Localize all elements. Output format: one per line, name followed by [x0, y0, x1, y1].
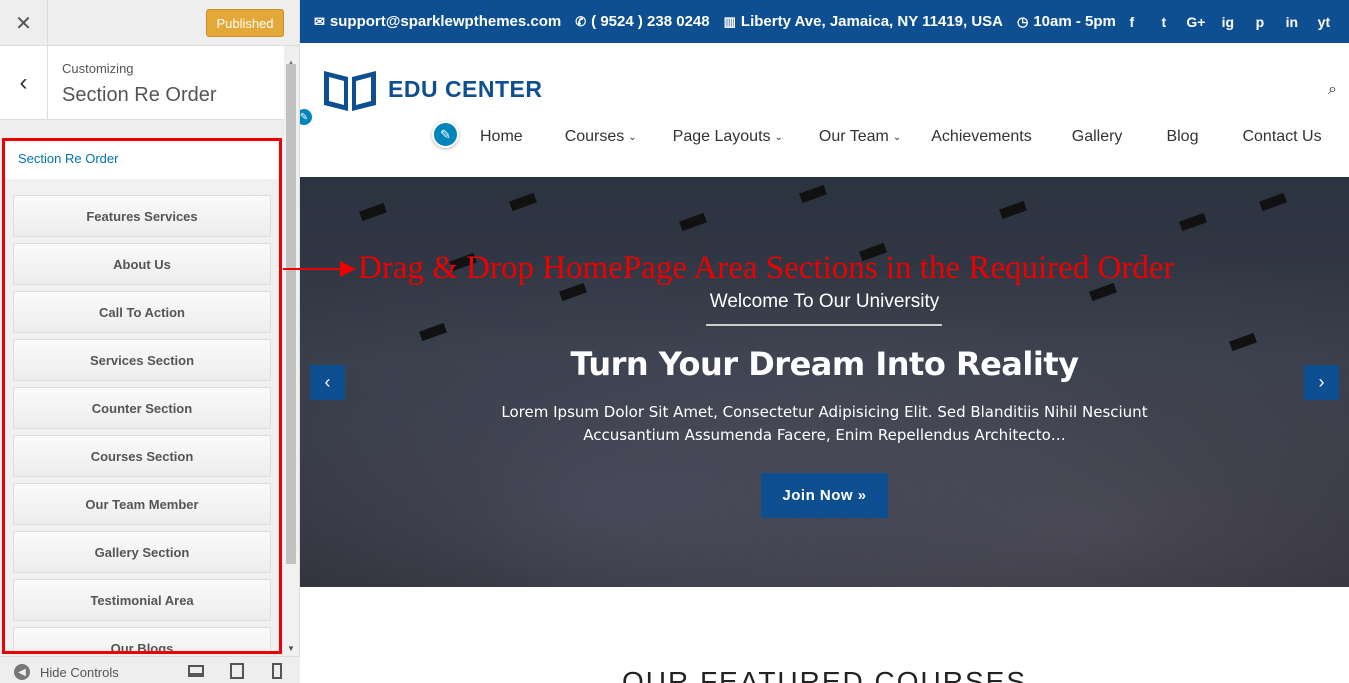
twitter-icon[interactable]: t — [1148, 14, 1180, 30]
topbar-address: ▥ Liberty Ave, Jamaica, NY 11419, USA — [724, 13, 1003, 30]
nav-item-label: Gallery — [1071, 128, 1123, 145]
hide-controls-label: Hide Controls — [40, 664, 119, 680]
chevron-down-icon: ⌄ — [892, 131, 902, 143]
section-item[interactable]: Services Section — [13, 339, 271, 381]
site-preview: ✉ support@sparklewpthemes.com ✆( 9524 ) 2… — [300, 0, 1349, 683]
linkedin-icon[interactable]: in — [1276, 14, 1308, 30]
slider-prev-arrow-icon[interactable]: ‹ — [310, 365, 345, 400]
nav-item[interactable]: Our Team ⌄ — [819, 128, 901, 146]
social-icons: f t G+ ig p in yt — [1116, 14, 1340, 30]
section-list: Features Services About Us Call To Action S… — [5, 179, 279, 651]
instagram-icon[interactable]: ig — [1212, 14, 1244, 30]
nav-item[interactable]: Page Layouts ⌄ — [673, 128, 783, 146]
nav-item-label: Courses — [564, 128, 625, 145]
section-reorder-title: Section Re Order — [5, 141, 279, 179]
topbar-phone-text: ( 9524 ) 238 0248 — [591, 13, 710, 30]
chevron-down-icon: ⌄ — [774, 131, 783, 143]
publish-button[interactable]: Published — [206, 9, 284, 37]
hero-subtitle: Welcome To Our University — [709, 291, 940, 312]
site-logo[interactable]: EDU CENTER — [320, 65, 543, 113]
scroll-thumb[interactable] — [286, 64, 296, 564]
edit-shortcut-icon[interactable]: ✎ — [300, 107, 314, 127]
section-item[interactable]: Gallery Section — [13, 531, 271, 573]
edit-menu-pencil-icon[interactable]: ✎ — [432, 121, 459, 148]
youtube-icon[interactable]: yt — [1308, 14, 1340, 30]
collapse-arrow-icon: ◀ — [14, 664, 30, 680]
search-icon[interactable]: ⌕ — [1328, 81, 1337, 99]
topbar-email[interactable]: ✉ support@sparklewpthemes.com — [314, 13, 561, 30]
breadcrumb: ‹ Customizing Section Re Order — [0, 46, 284, 120]
scroll-down-icon[interactable]: ▼ — [287, 644, 295, 653]
annotation-text: Drag & Drop HomePage Area Sections in th… — [358, 250, 1175, 286]
customizer-panel: ✕ Published ‹ Customizing Section Re Ord… — [0, 0, 300, 683]
section-item[interactable]: About Us — [13, 243, 271, 285]
nav-item[interactable]: Courses ⌄ — [565, 128, 637, 146]
chevron-down-icon: ⌄ — [628, 131, 637, 143]
nav-item-label: Page Layouts — [672, 128, 771, 145]
hero-description: Lorem Ipsum Dolor Sit Amet, Consectetur … — [501, 403, 1148, 444]
site-header: ✎ EDU CENTER ⌕ ✎ — [300, 43, 1349, 177]
nav-item[interactable]: Gallery — [1072, 128, 1123, 146]
topbar-phone[interactable]: ✆( 9524 ) 238 0248 — [575, 13, 709, 30]
nav-item[interactable]: Contact Us — [1242, 128, 1321, 146]
nav-item-label: Home — [480, 128, 523, 145]
main-navigation: Home Courses ⌄ Page Layouts ⌄ Our Team ⌄ Achiev… — [480, 128, 1322, 146]
nav-item-label: Blog — [1166, 128, 1199, 145]
nav-item[interactable]: Home — [480, 128, 523, 146]
topbar-hours: ◷ 10am - 5pm — [1017, 13, 1116, 30]
chevron-left-icon: ‹ — [19, 69, 28, 96]
hero-title: Turn Your Dream Into Reality — [570, 345, 1079, 383]
panel-scrollbar[interactable]: ▲ ▼ — [284, 58, 298, 655]
phone-icon: ✆ — [575, 13, 587, 29]
tablet-preview-icon[interactable] — [230, 663, 244, 679]
join-now-button[interactable]: Join Now » — [761, 473, 888, 518]
section-item[interactable]: Our Team Member — [13, 483, 271, 525]
slider-next-arrow-icon[interactable]: › — [1304, 365, 1339, 400]
topbar-hours-text: 10am - 5pm — [1033, 13, 1116, 30]
topbar-address-text: Liberty Ave, Jamaica, NY 11419, USA — [740, 13, 1003, 30]
pinterest-icon[interactable]: p — [1244, 14, 1276, 30]
section-item[interactable]: Features Services — [13, 195, 271, 237]
top-bar: ✉ support@sparklewpthemes.com ✆( 9524 ) 2… — [300, 0, 1349, 43]
envelope-icon: ✉ — [314, 13, 325, 29]
nav-item[interactable]: Achievements — [931, 128, 1032, 146]
section-reorder-box: Section Re Order Features Services About … — [2, 138, 282, 654]
section-item[interactable]: Counter Section — [13, 387, 271, 429]
breadcrumb-title: Section Re Order — [62, 84, 217, 106]
nav-item[interactable]: Blog — [1166, 128, 1198, 146]
annotation-arrowhead — [340, 261, 356, 277]
book-logo-icon — [324, 71, 376, 111]
app-root: ✕ Published ‹ Customizing Section Re Ord… — [0, 0, 1349, 683]
featured-courses-heading: OUR FEATURED COURSES — [621, 666, 1028, 683]
hide-controls-button[interactable]: ◀ Hide Controls — [14, 664, 119, 680]
nav-item-label: Contact Us — [1242, 128, 1322, 145]
section-item[interactable]: Courses Section — [13, 435, 271, 477]
back-button[interactable]: ‹ — [0, 46, 48, 120]
customizer-header: ✕ Published — [0, 0, 299, 46]
breadcrumb-customizing: Customizing — [62, 61, 134, 76]
logo-text: EDU CENTER — [388, 75, 543, 102]
section-item[interactable]: Our Blogs — [13, 627, 271, 651]
topbar-email-text: support@sparklewpthemes.com — [329, 13, 562, 30]
hero-slider: Welcome To Our University Turn Your Drea… — [300, 177, 1349, 587]
hero-divider — [706, 324, 942, 326]
nav-item-label: Our Team — [818, 128, 889, 145]
nav-item-label: Achievements — [931, 128, 1032, 145]
map-icon: ▥ — [723, 13, 736, 29]
section-item[interactable]: Testimonial Area — [13, 579, 271, 621]
google-plus-icon[interactable]: G+ — [1180, 14, 1212, 30]
facebook-icon[interactable]: f — [1116, 14, 1148, 30]
section-item[interactable]: Call To Action — [13, 291, 271, 333]
close-button[interactable]: ✕ — [0, 0, 48, 46]
mobile-preview-icon[interactable] — [272, 663, 282, 679]
customizer-footer: ◀ Hide Controls — [0, 656, 300, 683]
desktop-preview-icon[interactable] — [188, 665, 204, 677]
clock-icon: ◷ — [1017, 13, 1029, 29]
